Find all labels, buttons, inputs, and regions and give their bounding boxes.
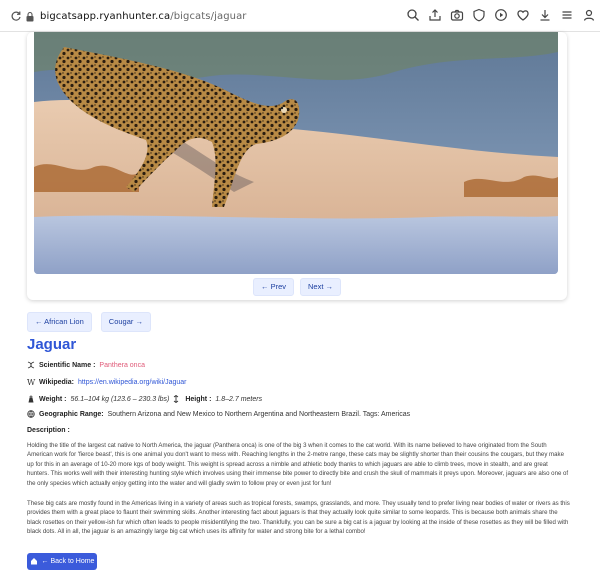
image-pager: ← Prev Next → xyxy=(27,278,567,296)
next-cat-button[interactable]: Cougar → xyxy=(100,312,151,332)
image-gallery-card: ← Prev Next → xyxy=(27,32,567,300)
reload-icon[interactable] xyxy=(7,7,25,25)
jaguar-photo xyxy=(34,32,558,274)
height-icon xyxy=(173,394,181,404)
height-value: 1.8–2.7 meters xyxy=(215,395,263,403)
size-row: Weight : 56.1–104 kg (123.6 – 230.3 lbs)… xyxy=(27,394,263,404)
wikipedia-icon: W xyxy=(27,378,36,387)
weight-label: Weight : xyxy=(39,395,67,403)
back-to-home-button[interactable]: ← Back to Home xyxy=(27,553,97,570)
scientific-name-value: Panthera onca xyxy=(99,361,145,369)
range-value: Southern Arizona and New Mexico to North… xyxy=(107,410,411,418)
address-bar[interactable]: bigcatsapp.ryanhunter.ca/bigcats/jaguar xyxy=(24,4,444,28)
url-text: bigcatsapp.ryanhunter.ca/bigcats/jaguar xyxy=(40,10,247,22)
next-image-button[interactable]: Next → xyxy=(300,278,342,296)
heart-icon[interactable] xyxy=(514,6,532,24)
svg-text:W: W xyxy=(27,378,36,386)
menu-lines-icon[interactable] xyxy=(558,6,576,24)
search-icon[interactable] xyxy=(404,6,422,24)
weight-icon xyxy=(27,395,35,403)
neighbor-nav: ← African Lion Cougar → xyxy=(27,312,151,332)
weight-value: 56.1–104 kg (123.6 – 230.3 lbs) xyxy=(70,395,170,403)
download-icon[interactable] xyxy=(536,6,554,24)
range-row: Geographic Range: Southern Arizona and N… xyxy=(27,410,410,418)
page-title: Jaguar xyxy=(27,336,77,353)
wikipedia-link[interactable]: https://en.wikipedia.org/wiki/Jaguar xyxy=(78,379,187,386)
share-icon[interactable] xyxy=(426,6,444,24)
prev-image-button[interactable]: ← Prev xyxy=(252,278,294,296)
home-icon xyxy=(30,557,38,567)
globe-icon xyxy=(27,410,35,418)
description-paragraph-1: Holding the title of the largest cat nat… xyxy=(27,442,569,487)
scientific-name-label: Scientific Name : xyxy=(39,361,96,369)
previous-cat-button[interactable]: ← African Lion xyxy=(27,312,92,332)
camera-icon[interactable] xyxy=(448,6,466,24)
description-heading: Description : xyxy=(27,427,70,434)
scientific-name-row: Scientific Name : Panthera onca xyxy=(27,361,145,369)
height-label: Height : xyxy=(185,395,212,403)
shield-icon[interactable] xyxy=(470,6,488,24)
browser-toolbar: bigcatsapp.ryanhunter.ca/bigcats/jaguar xyxy=(0,0,600,32)
play-icon[interactable] xyxy=(492,6,510,24)
range-label: Geographic Range: xyxy=(39,410,104,418)
browser-actions xyxy=(404,6,598,24)
wikipedia-row: W Wikipedia: https://en.wikipedia.org/wi… xyxy=(27,378,187,387)
dna-icon xyxy=(27,361,35,369)
description-paragraph-2: These big cats are mostly found in the A… xyxy=(27,500,570,536)
back-to-home-label: ← Back to Home xyxy=(41,558,95,565)
lock-icon xyxy=(24,10,36,22)
description-label: Description : xyxy=(27,427,70,434)
profile-icon[interactable] xyxy=(580,6,598,24)
wikipedia-label: Wikipedia: xyxy=(39,378,74,386)
